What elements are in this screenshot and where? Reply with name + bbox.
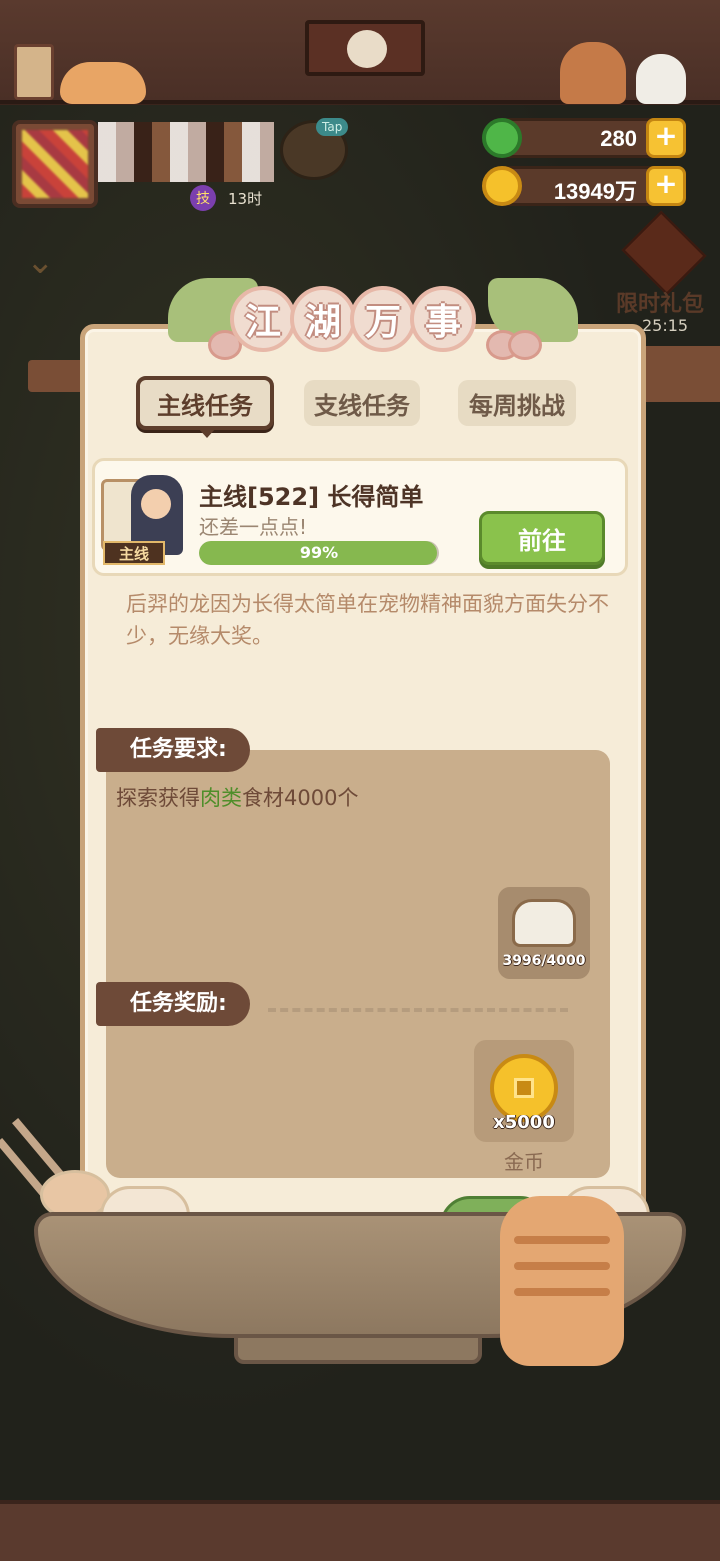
wood-rail-left	[28, 360, 88, 392]
ingredient-item[interactable]: 3996/4000	[498, 887, 590, 979]
timer-text: 13时	[228, 190, 263, 208]
chevron-down-icon[interactable]: ⌄	[26, 242, 66, 282]
go-button[interactable]: 前往	[479, 511, 605, 565]
tap-label: Tap	[316, 118, 349, 136]
active-tab-pointer	[198, 428, 216, 438]
ingredient-count: 3996/4000	[502, 953, 586, 969]
raccoon-icon	[347, 30, 387, 68]
jade-icon	[482, 118, 522, 158]
hanging-sign	[305, 20, 425, 76]
fishball-icon	[508, 330, 542, 360]
reward-amount: x5000	[493, 1112, 555, 1133]
divider	[268, 1008, 568, 1012]
reward-item[interactable]: x5000	[474, 1040, 574, 1142]
meat-ingredient-icon	[512, 899, 576, 947]
sleeping-cat-icon	[60, 62, 146, 104]
gift-countdown: 25:15	[642, 316, 689, 335]
requirements-header: 任务要求:	[96, 728, 250, 772]
gift-label: 限时礼包	[616, 292, 705, 317]
quest-progress-label: 99%	[299, 543, 339, 562]
panel-title: 江 湖 万 事	[168, 268, 578, 360]
npc-character-icon	[560, 42, 626, 104]
quest-progress-bar: 99%	[199, 541, 439, 565]
jade-amount: 280	[600, 126, 637, 151]
quest-card: 主线 主线[522] 长得简单 还差一点点! 99% 前往	[92, 458, 628, 576]
requirement-text: 探索获得肉类食材4000个	[116, 782, 358, 812]
gift-box-icon	[621, 210, 707, 296]
requirement-text-part: 探索获得	[116, 786, 200, 810]
quest-subtitle: 还差一点点!	[199, 515, 308, 539]
player-avatar[interactable]	[12, 120, 98, 208]
cat-stripe	[514, 1236, 610, 1244]
quest-portrait: 主线	[101, 471, 183, 567]
title-char: 万	[350, 286, 416, 352]
player-name-blurred	[98, 122, 274, 182]
tab-side-quest[interactable]: 支线任务	[304, 380, 420, 426]
avatar-image-blurred	[22, 130, 88, 198]
quest-title: 主线[522] 长得简单	[199, 483, 424, 511]
bowl-base	[234, 1334, 482, 1364]
cat-stripe	[514, 1288, 610, 1296]
tab-main-quest[interactable]: 主线任务	[136, 376, 274, 430]
tab-weekly-challenge[interactable]: 每周挑战	[458, 380, 576, 426]
reward-name: 金币	[504, 1150, 544, 1174]
title-char: 江	[230, 286, 296, 352]
add-jade-button[interactable]: +	[646, 118, 686, 158]
requirement-highlight: 肉类	[200, 786, 242, 810]
title-char: 湖	[290, 286, 356, 352]
rewards-header: 任务奖励:	[96, 982, 250, 1026]
title-char: 事	[410, 286, 476, 352]
requirement-text-part: 食材4000个	[242, 786, 359, 810]
skill-badge[interactable]: 技	[190, 185, 216, 211]
cat-stripe	[514, 1262, 610, 1270]
bottom-decor-bar	[0, 1500, 720, 1561]
coin-hole	[514, 1078, 534, 1098]
orange-cat-icon	[500, 1196, 624, 1366]
quest-type-tag: 主线	[103, 541, 165, 565]
quest-description: 后羿的龙因为长得太简单在宠物精神面貌方面失分不少，无缘大奖。	[126, 592, 609, 648]
white-cat-icon	[636, 54, 686, 104]
paw-frame-icon	[14, 44, 54, 100]
gold-coin-icon	[482, 166, 522, 206]
add-gold-button[interactable]: +	[646, 166, 686, 206]
gold-amount: 13949万	[553, 179, 637, 204]
wood-rail-right	[636, 346, 720, 402]
hero-face	[141, 489, 171, 519]
